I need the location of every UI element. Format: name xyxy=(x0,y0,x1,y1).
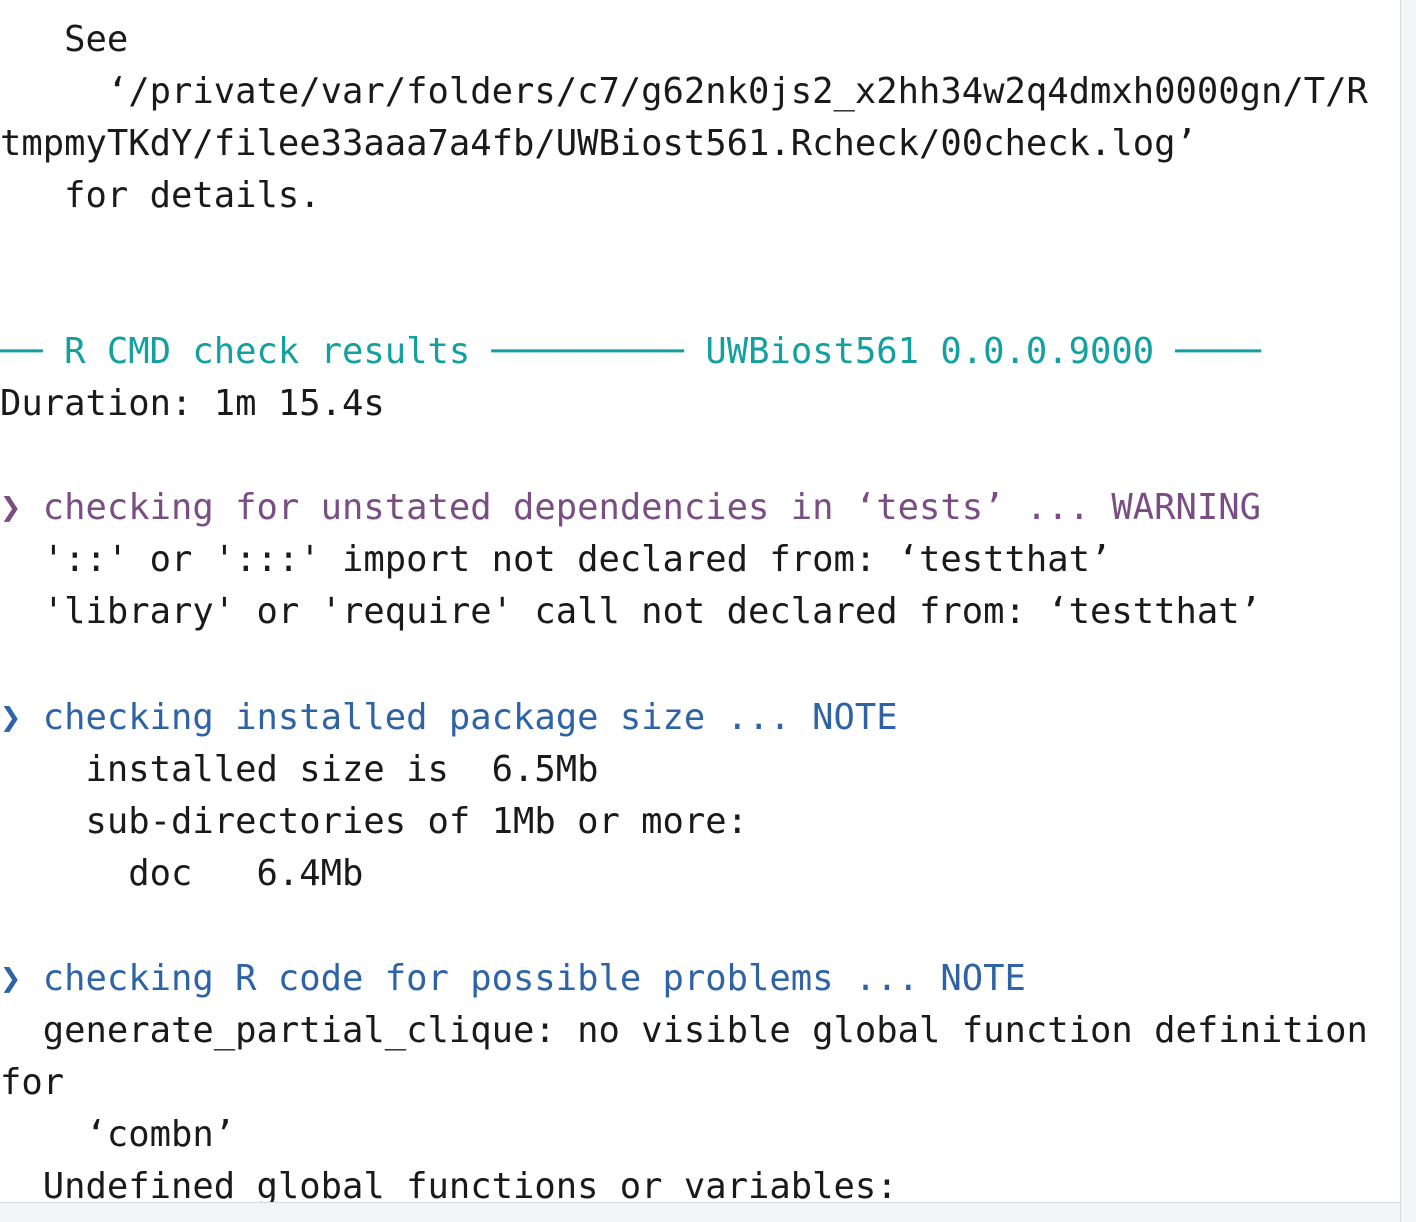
check-detail-line: sub-directories of 1Mb or more: xyxy=(0,801,749,842)
check-duration: Duration: 1m 15.4s xyxy=(0,383,385,424)
check-detail-line: generate_partial_clique: no visible glob… xyxy=(0,1010,1368,1051)
horizontal-scrollbar[interactable] xyxy=(0,1202,1400,1222)
check-heading-unstated-dependencies: ❯ checking for unstated dependencies in … xyxy=(0,482,1261,534)
header-right-rule: ──── xyxy=(1154,331,1262,372)
check-detail-line: for xyxy=(0,1062,65,1103)
check-heading-text: checking R code for possible problems ..… xyxy=(21,958,1026,999)
log-hint-details: for details. xyxy=(0,175,321,216)
header-mid-rule: ───────── xyxy=(470,331,706,372)
check-heading-package-size: ❯ checking installed package size ... NO… xyxy=(0,692,898,744)
check-detail-line: '::' or ':::' import not declared from: … xyxy=(0,539,1112,580)
vertical-scrollbar[interactable] xyxy=(1400,0,1416,1222)
log-path-line-1: ‘/private/var/folders/c7/g62nk0js2_x2hh3… xyxy=(0,71,1368,112)
log-path-line-2: tmpmyTKdY/filee33aaa7a4fb/UWBiost561.Rch… xyxy=(0,123,1197,164)
check-heading-text: checking installed package size ... NOTE xyxy=(21,697,898,738)
chevron-right-icon: ❯ xyxy=(0,958,22,999)
check-detail-line: ‘combn’ xyxy=(0,1114,236,1155)
chevron-right-icon: ❯ xyxy=(0,487,22,528)
check-heading-text: checking for unstated dependencies in ‘t… xyxy=(21,487,1261,528)
check-detail-line: Undefined global functions or variables: xyxy=(0,1166,898,1202)
results-header-package: UWBiost561 0.0.0.9000 xyxy=(705,331,1155,372)
log-hint-see: See xyxy=(0,19,129,60)
check-detail-line: 'library' or 'require' call not declared… xyxy=(0,591,1261,632)
check-detail-line: doc 6.4Mb xyxy=(0,853,364,894)
results-header-title: R CMD check results xyxy=(64,331,471,372)
console-output[interactable]: See ‘/private/var/folders/c7/g62nk0js2_x… xyxy=(0,0,1400,1202)
check-heading-r-code-problems: ❯ checking R code for possible problems … xyxy=(0,953,1026,1005)
check-detail-line: installed size is 6.5Mb xyxy=(0,749,599,790)
header-left-rule: ── xyxy=(0,331,65,372)
results-header: ── R CMD check results ───────── UWBiost… xyxy=(0,326,1261,378)
chevron-right-icon: ❯ xyxy=(0,697,22,738)
